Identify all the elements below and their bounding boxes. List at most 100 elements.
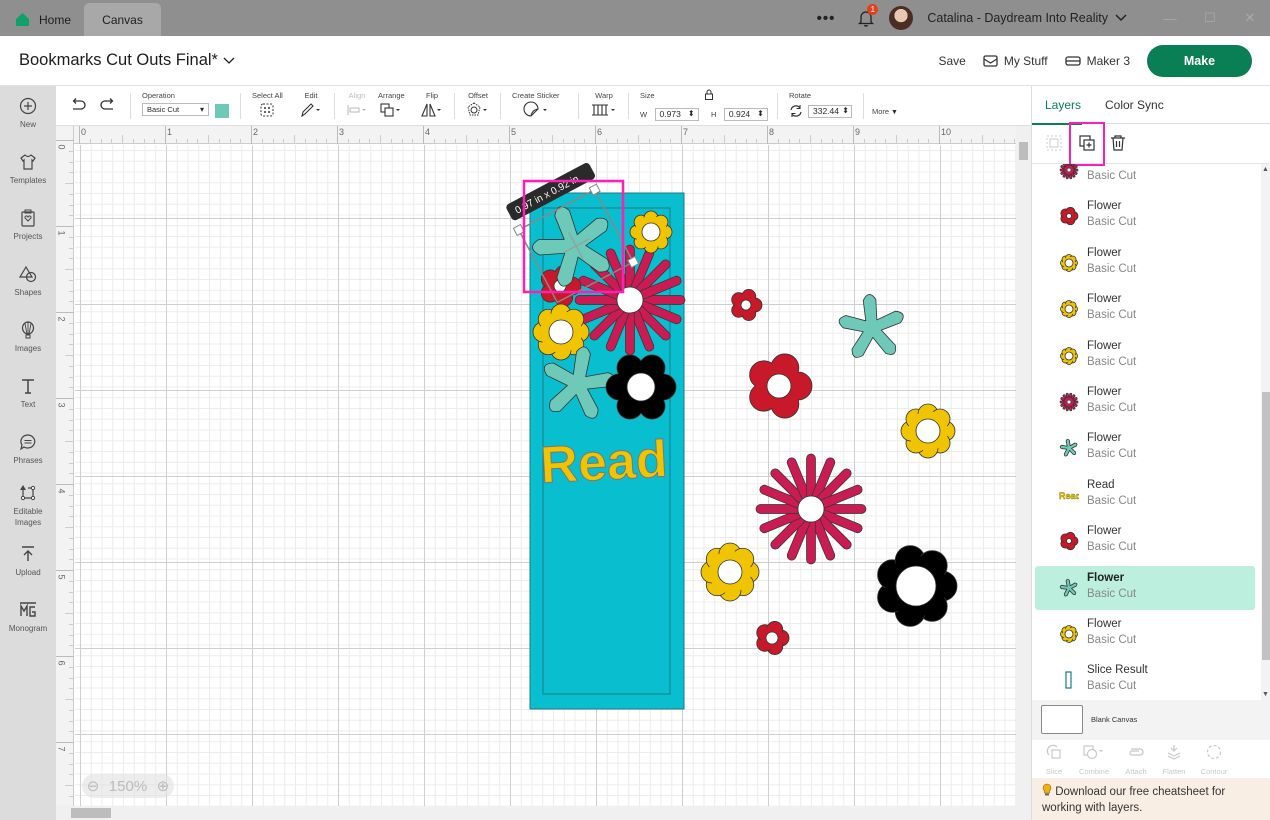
icon-shape[interactable] [1059, 164, 1079, 180]
red-flower[interactable] [749, 353, 813, 419]
save-button[interactable]: Save [938, 54, 965, 68]
icon-shape[interactable] [1059, 439, 1078, 457]
layer-row[interactable]: Flower Basic Cut [1035, 241, 1255, 285]
icon-shape[interactable] [1059, 578, 1078, 597]
teal-star-flower[interactable] [838, 294, 904, 358]
sidebar-item-monogram[interactable]: Monogram [0, 599, 56, 634]
group-icon[interactable] [1045, 134, 1063, 152]
trash-icon[interactable] [1109, 134, 1127, 152]
layer-row[interactable]: Basic Cut [1035, 164, 1255, 192]
chevron-down-icon[interactable] [1114, 13, 1128, 23]
more-dots-icon[interactable]: ••• [817, 10, 836, 27]
icon-shape[interactable] [1060, 207, 1079, 226]
user-name[interactable]: Catalina - Daydream Into Reality [927, 11, 1108, 25]
small-red-flower[interactable] [756, 621, 790, 655]
layer-row[interactable]: Flower Basic Cut [1035, 334, 1255, 378]
layer-row[interactable]: Flower Basic Cut [1035, 612, 1255, 656]
more-button[interactable]: More ▼ [872, 101, 898, 119]
black-flower[interactable] [877, 545, 958, 627]
tab-canvas[interactable]: Canvas [84, 3, 161, 36]
layer-row[interactable]: Slice Result Basic Cut [1035, 658, 1255, 700]
layer-row[interactable]: Read Read Basic Cut [1035, 473, 1255, 517]
my-stuff-button[interactable]: My Stuff [983, 54, 1048, 68]
sidebar-item-phrases[interactable]: Phrases [0, 431, 56, 466]
color-swatch[interactable] [215, 104, 229, 118]
rotate-input[interactable]: 332.44 ⬍ [808, 104, 852, 118]
layer-row[interactable]: Flower Basic Cut [1035, 426, 1255, 470]
sidebar-item-upload[interactable]: Upload [0, 543, 56, 578]
edit-button[interactable]: Edit [300, 91, 322, 123]
maximize-button[interactable]: ☐ [1190, 10, 1230, 26]
blank-canvas-swatch[interactable] [1041, 705, 1083, 734]
operation-select[interactable]: Basic Cut [142, 103, 209, 116]
yellow-flower[interactable] [900, 403, 956, 459]
sidebar-item-editable-images[interactable]: Editable Images [0, 482, 56, 528]
tab-layers[interactable]: Layers [1031, 98, 1083, 125]
contour-button[interactable]: Contour [1194, 744, 1234, 776]
read-text[interactable]: Read [538, 430, 669, 496]
layers-scrollbar[interactable]: ▲ ▼ [1261, 164, 1270, 700]
tab-home[interactable]: Home [8, 3, 80, 36]
arrange-button[interactable]: Arrange [378, 91, 405, 123]
stepper-icon[interactable]: ⬍ [842, 105, 849, 116]
scroll-up-arrow[interactable]: ▲ [1262, 166, 1269, 173]
icon-shape[interactable] [1060, 300, 1078, 319]
offset-button[interactable]: Offset [466, 91, 490, 123]
sidebar-item-text[interactable]: Text [0, 375, 56, 410]
width-input[interactable]: 0.973 ⬍ [654, 108, 699, 121]
lock-icon[interactable] [704, 89, 714, 100]
design-canvas[interactable]: 0 1 2 3 4 5 6 7 8 9 10 01234567 Read 0.97 in x 0.92… [56, 126, 1031, 820]
yellow-flower[interactable] [700, 542, 760, 602]
minimize-button[interactable]: — [1150, 11, 1190, 26]
stepper-icon[interactable]: ⬍ [688, 108, 695, 119]
flatten-button[interactable]: Flatten [1154, 744, 1194, 776]
scroll-thumb[interactable] [1019, 142, 1028, 160]
icon-shape[interactable] [1060, 346, 1078, 365]
sidebar-item-new[interactable]: New [0, 95, 56, 130]
sidebar-item-templates[interactable]: Templates [0, 151, 56, 186]
scroll-thumb[interactable] [1262, 392, 1270, 660]
layer-row[interactable]: Flower Basic Cut [1035, 519, 1255, 563]
layer-row[interactable]: Flower Basic Cut [1035, 287, 1255, 331]
undo-icon[interactable] [70, 98, 86, 112]
layer-row[interactable]: Flower Basic Cut [1035, 194, 1255, 238]
scroll-down-arrow[interactable]: ▼ [1262, 691, 1269, 698]
redo-icon[interactable] [100, 98, 116, 112]
sidebar-item-projects[interactable]: Projects [0, 207, 56, 242]
align-button[interactable]: Align [346, 91, 368, 123]
make-button[interactable]: Make [1147, 45, 1252, 77]
icon-shape[interactable] [1060, 253, 1078, 272]
icon-shape[interactable] [1060, 625, 1078, 643]
warp-button[interactable]: Warp [590, 91, 618, 123]
layer-row[interactable]: Flower Basic Cut [1035, 380, 1255, 424]
horizontal-scrollbar[interactable] [56, 806, 1031, 820]
notifications-button[interactable]: 1 [857, 4, 879, 27]
blank-canvas-row[interactable]: Blank Canvas [1032, 700, 1270, 740]
sidebar-item-shapes[interactable]: Shapes [0, 263, 56, 298]
yellow-flower[interactable] [629, 210, 673, 254]
create-sticker-button[interactable]: Create Sticker [512, 91, 560, 124]
vertical-scrollbar[interactable] [1016, 126, 1031, 806]
cheatsheet-tip[interactable]: Download our free cheatsheet for working… [1032, 778, 1270, 820]
scroll-thumb[interactable] [71, 808, 111, 818]
icon-shape[interactable] [1060, 532, 1079, 551]
zoom-out-button[interactable]: ⊖ [87, 777, 100, 795]
magenta-daisy-flower[interactable] [755, 453, 867, 565]
slice-button[interactable]: Slice [1034, 744, 1074, 776]
small-red-flower[interactable] [731, 289, 763, 321]
flip-button[interactable]: Flip [420, 91, 444, 123]
icon-shape[interactable] [1059, 392, 1079, 412]
avatar[interactable] [889, 6, 914, 30]
combine-button[interactable]: Combine [1074, 744, 1114, 776]
zoom-in-button[interactable]: ⊕ [157, 777, 170, 795]
sidebar-item-images[interactable]: Images [0, 319, 56, 354]
height-input[interactable]: 0.924 ⬍ [723, 108, 768, 121]
machine-button[interactable]: Maker 3 [1064, 54, 1130, 68]
select-all-button[interactable]: Select All [252, 91, 283, 123]
project-title-dropdown[interactable]: Bookmarks Cut Outs Final* [19, 51, 235, 70]
resize-handle[interactable] [512, 223, 525, 237]
stepper-icon[interactable]: ⬍ [757, 108, 764, 119]
tab-color-sync[interactable]: Color Sync [1105, 98, 1164, 112]
attach-button[interactable]: Attach [1116, 744, 1156, 776]
layer-row[interactable]: Flower Basic Cut [1035, 565, 1255, 610]
